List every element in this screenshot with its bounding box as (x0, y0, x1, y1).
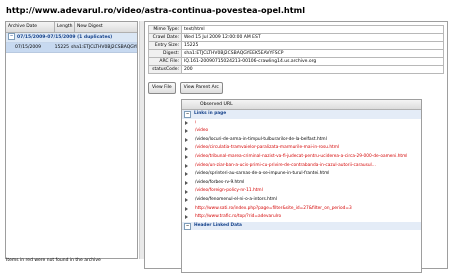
record-metadata-table: Mime Type: text/html Crawl Date: Wed 15 Ju… (148, 25, 444, 74)
record-button-row: View File View Parent Arc (148, 82, 223, 94)
expand-arrow-icon[interactable] (185, 138, 191, 143)
expand-arrow-icon[interactable] (185, 198, 191, 203)
expand-arrow-icon[interactable] (185, 181, 191, 186)
expand-arrow-icon[interactable] (185, 129, 191, 134)
record-detail-panel: Mime Type: text/html Crawl Date: Wed 15 Ju… (144, 21, 448, 273)
link-url[interactable]: /video/sprinteri-au-sarnas-de-a-se-impun… (195, 170, 329, 179)
expand-arrow-icon[interactable] (185, 163, 191, 168)
links-in-page-section[interactable]: − Links in page (182, 110, 421, 119)
meta-row-arc-file: ARC File: IQ.161-20090715024213-00106-cra… (148, 57, 444, 66)
date-group-row[interactable]: −07/15/2009-07/15/2009 (1 duplicates) (6, 33, 137, 43)
expand-arrow-icon[interactable] (185, 206, 191, 211)
expand-arrow-icon[interactable] (185, 189, 191, 194)
view-parent-arc-button[interactable]: View Parent Arc (179, 82, 223, 94)
link-url[interactable]: http://www.sati.ro/index.php?page=filter… (195, 205, 352, 214)
link-row[interactable]: /video/foreign-policy-nr-11.html (182, 187, 421, 196)
archive-row-date: 07/15/2009 (15, 45, 41, 50)
observed-url-tree: Observed URL − Links in page //video/vide… (181, 99, 422, 273)
collapse-icon[interactable]: − (184, 110, 191, 118)
link-row[interactable]: / (182, 119, 421, 128)
collapse-icon[interactable]: − (8, 33, 15, 40)
header-linked-data-section[interactable]: − Header Linked Data (182, 221, 421, 231)
meta-value: Wed 15 Jul 2009 12:00:00 AM EST (181, 33, 444, 42)
meta-row-entry-size: Entry Size: 15225 (148, 41, 444, 50)
meta-value: 15225 (181, 41, 444, 50)
column-length[interactable]: Length (55, 22, 75, 32)
view-file-button[interactable]: View File (148, 82, 176, 94)
link-row[interactable]: /video/forbes-rv-9.html (182, 179, 421, 188)
page-url-title: http://www.adevarul.ro/video/astra-conti… (6, 5, 306, 15)
archive-row-length: 15225 (54, 45, 69, 50)
meta-value: 200 (181, 65, 444, 74)
expand-arrow-icon[interactable] (185, 215, 191, 220)
meta-row-crawl-date: Crawl Date: Wed 15 Jul 2009 12:00:00 AM E… (148, 33, 444, 42)
archive-row[interactable]: 07/15/2009 15225 sha1:ETJCLTHV0BJ2CSBAQG… (6, 43, 137, 53)
link-row[interactable]: /video/un-ziar-ban-a-ucis-primi-cu-privi… (182, 162, 421, 171)
collapse-icon[interactable]: − (184, 222, 191, 230)
meta-value: sha1:ETJCLTHV0BJ2CSBAQGYEEK5EAVYFSCP (181, 49, 444, 58)
link-url[interactable]: /video (195, 127, 208, 136)
meta-value: IQ.161-20090715024213-00106-crawling14.u… (181, 57, 444, 66)
header-linked-data-label: Header Linked Data (194, 222, 242, 228)
observed-url-column-header[interactable]: Observed URL (182, 100, 421, 110)
link-url[interactable]: /video/circulatia-tramvaielor-paralizata… (195, 144, 339, 153)
meta-row-mime: Mime Type: text/html (148, 25, 444, 34)
meta-row-digest: Digest: sha1:ETJCLTHV0BJ2CSBAQGYEEK5EAVYF… (148, 49, 444, 58)
meta-key: statusCode: (148, 65, 182, 74)
link-row[interactable]: /video/circulatia-tramvaielor-paralizata… (182, 144, 421, 153)
expand-arrow-icon[interactable] (185, 120, 191, 125)
link-url[interactable]: / (195, 119, 196, 128)
meta-key: Mime Type: (148, 25, 182, 34)
archive-list-header: Archive Date Length New Digest (6, 22, 137, 33)
date-group-label: 07/15/2009-07/15/2009 (1 duplicates) (17, 35, 113, 40)
link-row[interactable]: /video/locuri-de-arma-in-timpul-tulburar… (182, 136, 421, 145)
link-row[interactable]: http://www.trafic.ro/top/?rid=adevarulro (182, 213, 421, 222)
archive-list-panel: Archive Date Length New Digest −07/15/20… (5, 21, 138, 259)
column-archive-date[interactable]: Archive Date (6, 22, 55, 32)
link-url[interactable]: http://www.trafic.ro/top/?rid=adevarulro (195, 213, 281, 222)
meta-row-status: statusCode: 200 (148, 65, 444, 74)
meta-key: ARC File: (148, 57, 182, 66)
link-url[interactable]: /video/locuri-de-arma-in-timpul-tulburar… (195, 136, 327, 145)
expand-arrow-icon[interactable] (185, 172, 191, 177)
archive-row-digest: sha1:ETJCLTHV0BJ2CSBAQGYEEK (71, 45, 137, 50)
expand-arrow-icon[interactable] (185, 155, 191, 160)
meta-value: text/html (181, 25, 444, 34)
meta-key: Digest: (148, 49, 182, 58)
link-url[interactable]: /video/fenomenul-el-ni-o-a-intors.html (195, 196, 277, 205)
link-url[interactable]: /video/foreign-policy-nr-11.html (195, 187, 263, 196)
meta-key: Crawl Date: (148, 33, 182, 42)
link-url[interactable]: /video/forbes-rv-9.html (195, 179, 244, 188)
missing-items-note: Items in red were not found in the archi… (6, 258, 101, 263)
link-url[interactable]: /video/tribunal-marea-criminal-nazist-va… (195, 153, 407, 162)
column-new-digest[interactable]: New Digest (75, 22, 137, 32)
expand-arrow-icon[interactable] (185, 146, 191, 151)
link-row[interactable]: /video (182, 127, 421, 136)
link-row[interactable]: /video/sprinteri-au-sarnas-de-a-se-impun… (182, 170, 421, 179)
link-url[interactable]: /video/un-ziar-ban-a-ucis-primi-cu-privi… (195, 162, 376, 171)
meta-key: Entry Size: (148, 41, 182, 50)
links-in-page-label: Links in page (194, 111, 227, 116)
link-row[interactable]: /video/fenomenul-el-ni-o-a-intors.html (182, 196, 421, 205)
links-list: //video/video/locuri-de-arma-in-timpul-t… (182, 119, 421, 222)
link-row[interactable]: http://www.sati.ro/index.php?page=filter… (182, 205, 421, 214)
link-row[interactable]: /video/tribunal-marea-criminal-nazist-va… (182, 153, 421, 162)
